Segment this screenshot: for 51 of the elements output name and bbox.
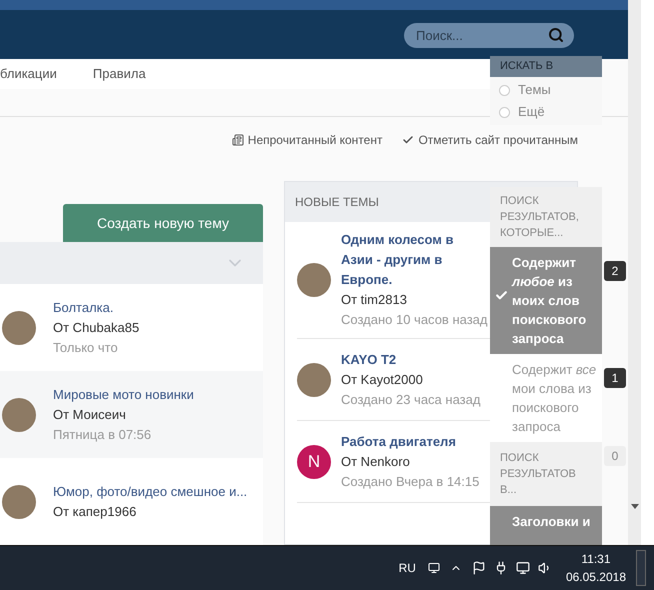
- nav-link[interactable]: Правила: [92, 64, 146, 84]
- topic-author: От Kayot2000: [341, 370, 424, 389]
- count-badge: 0: [604, 446, 626, 466]
- language-indicator[interactable]: RU: [398, 559, 416, 577]
- nav-link[interactable]: бликации: [0, 64, 57, 84]
- topic-time: Создано Вчера в 14:15: [341, 472, 480, 491]
- option-label: Содержит все мои слова из поискового запроса: [512, 361, 598, 436]
- topic-title[interactable]: KAYO T2: [341, 350, 476, 370]
- toolbar-link[interactable]: Отметить сайт прочитанным: [402, 131, 578, 149]
- topic-author: От капер1966: [53, 502, 138, 521]
- toolbar-link[interactable]: Непрочитанный контент: [232, 131, 382, 149]
- avatar-photo-placeholder: [2, 398, 36, 432]
- radio-button[interactable]: [499, 106, 510, 118]
- topic-author: От Моисеич: [53, 406, 127, 424]
- topic-title[interactable]: Мировые мото новинки: [53, 384, 194, 404]
- news-icon: [232, 134, 244, 146]
- avatar-photo-placeholder: [297, 362, 331, 396]
- avatar-photo-placeholder: [2, 484, 36, 518]
- topic-title[interactable]: Одним колесом в Азии - другим в Европе.: [341, 230, 476, 290]
- topic-time: Создано 10 часов назад: [341, 311, 488, 329]
- search-field[interactable]: Поиск...: [404, 23, 574, 48]
- flag-icon[interactable]: [472, 561, 486, 575]
- topic-title[interactable]: Юмор, фото/видео смешное и...: [53, 482, 248, 502]
- letter-avatar: N: [297, 444, 331, 478]
- count-badge: 2: [604, 261, 626, 281]
- topic-time: Пятница в 07:56: [53, 426, 152, 444]
- topic-time: Создано 23 часа назад: [341, 390, 480, 409]
- topic-title[interactable]: Болталка.: [53, 298, 140, 318]
- option-label: Содержит любое из моих слов поискового запроса: [512, 254, 588, 348]
- taskbar-clock[interactable]: 11:31 06.05.2018: [566, 550, 626, 586]
- check-icon: [402, 134, 414, 146]
- clock-date: 06.05.2018: [566, 569, 626, 586]
- check-icon: [494, 289, 508, 302]
- dropdown-heading: ПОИСК РЕЗУЛЬТАТОВ, КОТОРЫЕ...: [490, 187, 602, 247]
- create-topic-button[interactable]: Создать новую тему: [63, 204, 263, 242]
- network-icon[interactable]: [516, 561, 530, 575]
- topic-author: От Nenkoro: [341, 452, 411, 470]
- dropdown-heading: ИСКАТЬ В: [490, 56, 602, 77]
- dropdown-heading: ПОИСК РЕЗУЛЬТАТОВ В...: [490, 442, 602, 506]
- topic-author: От Chubaka85: [53, 318, 140, 336]
- avatar-photo-placeholder: [297, 263, 331, 297]
- count-badge: 1: [604, 368, 626, 388]
- search-icon[interactable]: [548, 27, 564, 44]
- panel-title: НОВЫЕ ТЕМЫ: [295, 194, 379, 211]
- window-icon[interactable]: [428, 562, 440, 574]
- radio-button[interactable]: [499, 84, 510, 96]
- avatar-photo-placeholder: [2, 310, 36, 344]
- topic-title[interactable]: Работа двигателя: [341, 432, 476, 452]
- topic-author: От tim2813: [341, 291, 408, 309]
- topic-time: Только что: [53, 338, 119, 356]
- clock-time: 11:31: [581, 551, 611, 568]
